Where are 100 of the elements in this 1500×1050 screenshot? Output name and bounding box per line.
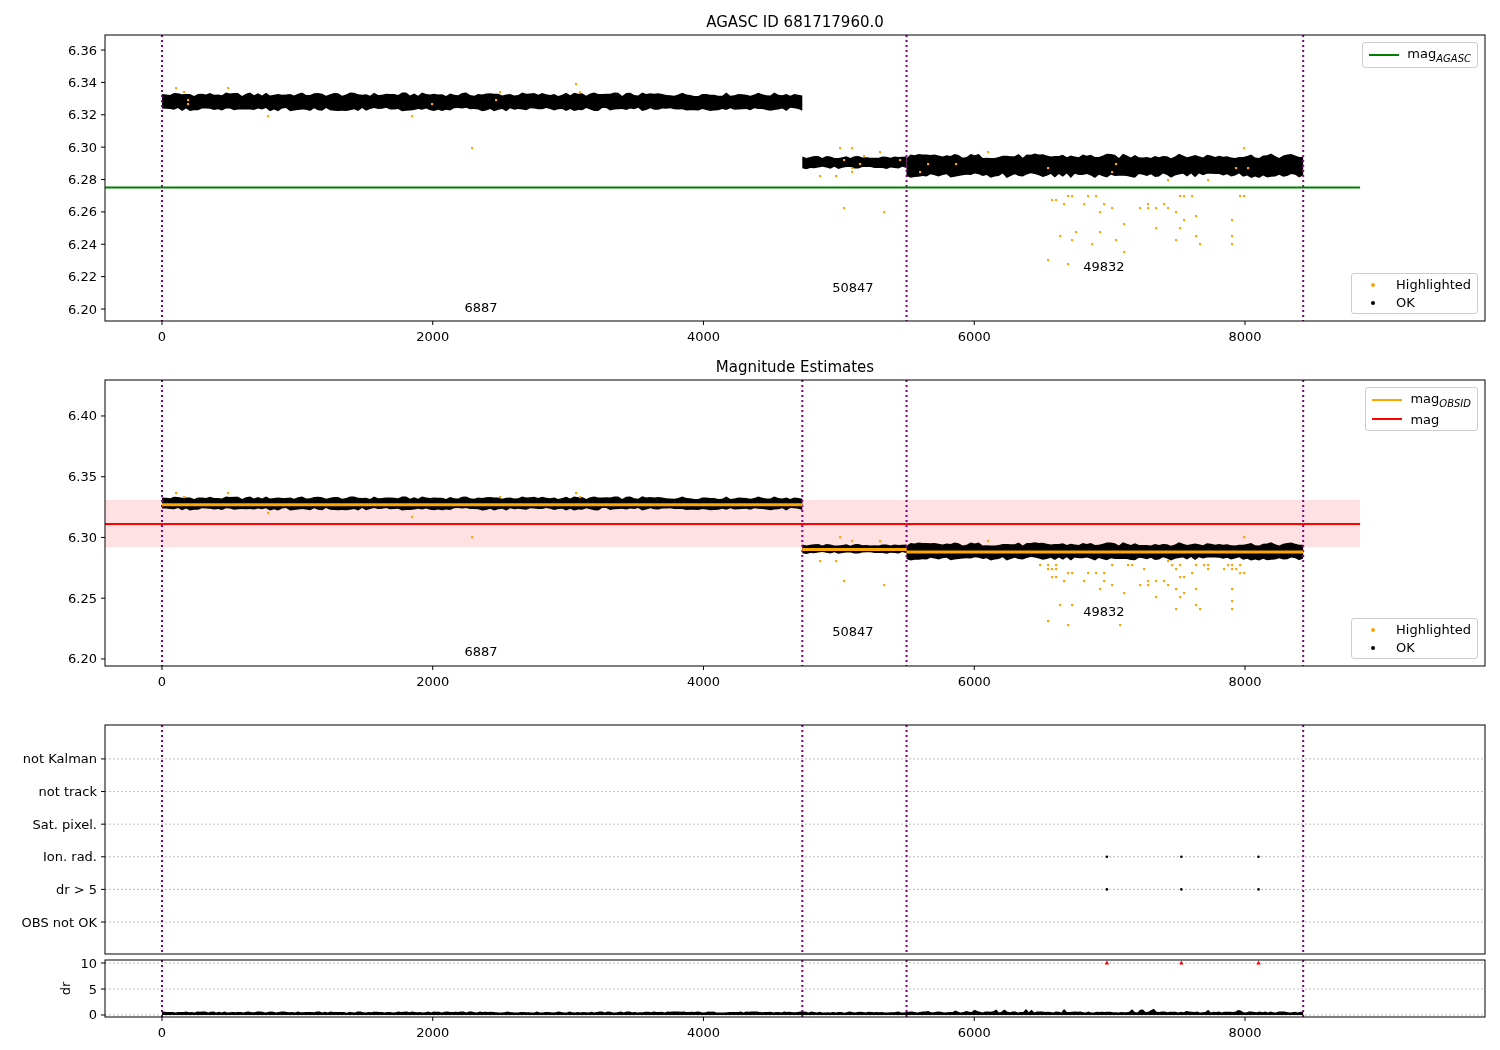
highlighted-point: [1199, 243, 1202, 246]
annotation-label: 6887: [464, 644, 498, 660]
highlighted-point: [1063, 203, 1066, 206]
highlighted-point: [1231, 243, 1234, 246]
highlighted-point: [1099, 231, 1102, 234]
highlighted-point: [843, 207, 846, 210]
highlighted-point: [183, 91, 186, 94]
tick-label: 6.40: [68, 408, 97, 424]
tick-label: OBS not OK: [21, 914, 97, 930]
tick-mark: [100, 114, 106, 116]
highlighted-point: [1083, 203, 1086, 206]
tick-mark: [100, 415, 106, 417]
highlighted-point: [1231, 600, 1234, 603]
highlighted-point: [1039, 564, 1042, 567]
tick-mark: [1244, 1016, 1246, 1022]
highlighted-point: [1047, 259, 1050, 262]
highlighted-point: [1191, 572, 1194, 575]
highlighted-point: [1243, 536, 1246, 539]
tick-mark: [432, 320, 434, 326]
highlighted-point: [1047, 620, 1050, 623]
highlighted-point: [1059, 604, 1062, 607]
highlighted-point: [1111, 207, 1114, 210]
tick-mark: [100, 476, 106, 478]
tick-mark: [100, 211, 106, 213]
highlighted-point: [1123, 223, 1126, 226]
tick-label: 6.30: [68, 529, 97, 545]
tick-label: 4000: [686, 1025, 721, 1040]
flag-marker: [1257, 888, 1260, 891]
highlighted-point: [1099, 588, 1102, 591]
tick-mark: [703, 320, 704, 326]
tick-label: 6.36: [68, 42, 97, 58]
tick-label: 2000: [416, 674, 450, 689]
highlighted-point: [1195, 564, 1198, 567]
highlighted-point: [1123, 592, 1126, 595]
highlighted-point: [1071, 239, 1074, 242]
highlighted-point: [471, 147, 474, 150]
highlighted-point: [1099, 211, 1102, 214]
tick-label: dr > 5: [55, 881, 97, 897]
highlighted-point: [1231, 588, 1234, 591]
tick-label: 6.35: [68, 469, 97, 485]
flag-marker: [1257, 855, 1260, 859]
highlighted-point: [267, 115, 270, 118]
tick-mark: [100, 921, 106, 923]
highlighted-point: [1183, 219, 1186, 222]
highlighted-point: [499, 91, 502, 94]
highlighted-point: [1195, 588, 1198, 591]
highlighted-point: [843, 580, 846, 583]
tick-mark: [973, 665, 975, 671]
highlighted-point: [1059, 235, 1062, 238]
highlighted-point: [579, 91, 582, 94]
highlighted-point: [1087, 195, 1090, 198]
tick-label: 6.20: [68, 301, 97, 317]
annotation-label: 49832: [1083, 604, 1125, 620]
tick-label: 0: [157, 674, 167, 689]
tick-mark: [432, 665, 434, 671]
tick-mark: [100, 597, 106, 599]
tick-mark: [100, 758, 106, 760]
highlighted-point: [1063, 580, 1066, 583]
highlighted-point: [1195, 235, 1198, 238]
tick-label: Ion. rad.: [43, 849, 97, 865]
highlighted-point: [1123, 251, 1126, 254]
highlighted-point: [1095, 572, 1098, 575]
tick-label: 6000: [957, 329, 991, 344]
highlighted-point: [1067, 263, 1070, 266]
annotation-label: 50847: [832, 279, 874, 295]
tick-mark: [100, 988, 106, 990]
highlighted-point: [839, 536, 842, 539]
tick-mark: [100, 658, 106, 660]
highlighted-point: [411, 115, 414, 118]
highlighted-point: [1115, 239, 1118, 242]
highlighted-point: [1155, 580, 1158, 583]
highlighted-point: [1139, 207, 1142, 210]
tick-label: not Kalman: [22, 751, 97, 767]
highlighted-point: [899, 159, 902, 162]
highlighted-point: [819, 175, 822, 178]
tick-mark: [100, 791, 106, 793]
dotted-line: [801, 959, 804, 1018]
highlighted-point: [883, 211, 886, 214]
legend-label: Highlighted: [1396, 277, 1471, 292]
highlighted-point: [1175, 608, 1178, 611]
dotted-line: [1302, 959, 1305, 1018]
tick-mark: [100, 146, 106, 148]
highlighted-point: [495, 99, 498, 102]
tick-mark: [161, 1016, 163, 1022]
highlighted-point: [1103, 580, 1106, 583]
highlighted-point: [919, 171, 922, 174]
legend-label: OK: [1396, 640, 1415, 655]
tick-label: 6.20: [68, 651, 97, 667]
highlighted-point: [835, 175, 838, 178]
highlighted-point: [411, 516, 414, 519]
highlighted-point: [1231, 608, 1234, 611]
highlighted-point: [1111, 564, 1114, 567]
highlighted-point: [863, 155, 866, 158]
flag-marker: [1180, 855, 1183, 859]
tick-mark: [100, 243, 106, 245]
tick-label: 10: [80, 955, 97, 971]
highlighted-point: [175, 87, 178, 90]
highlighted-point: [1175, 588, 1178, 591]
tick-mark: [703, 1016, 704, 1022]
highlighted-point: [843, 159, 846, 162]
